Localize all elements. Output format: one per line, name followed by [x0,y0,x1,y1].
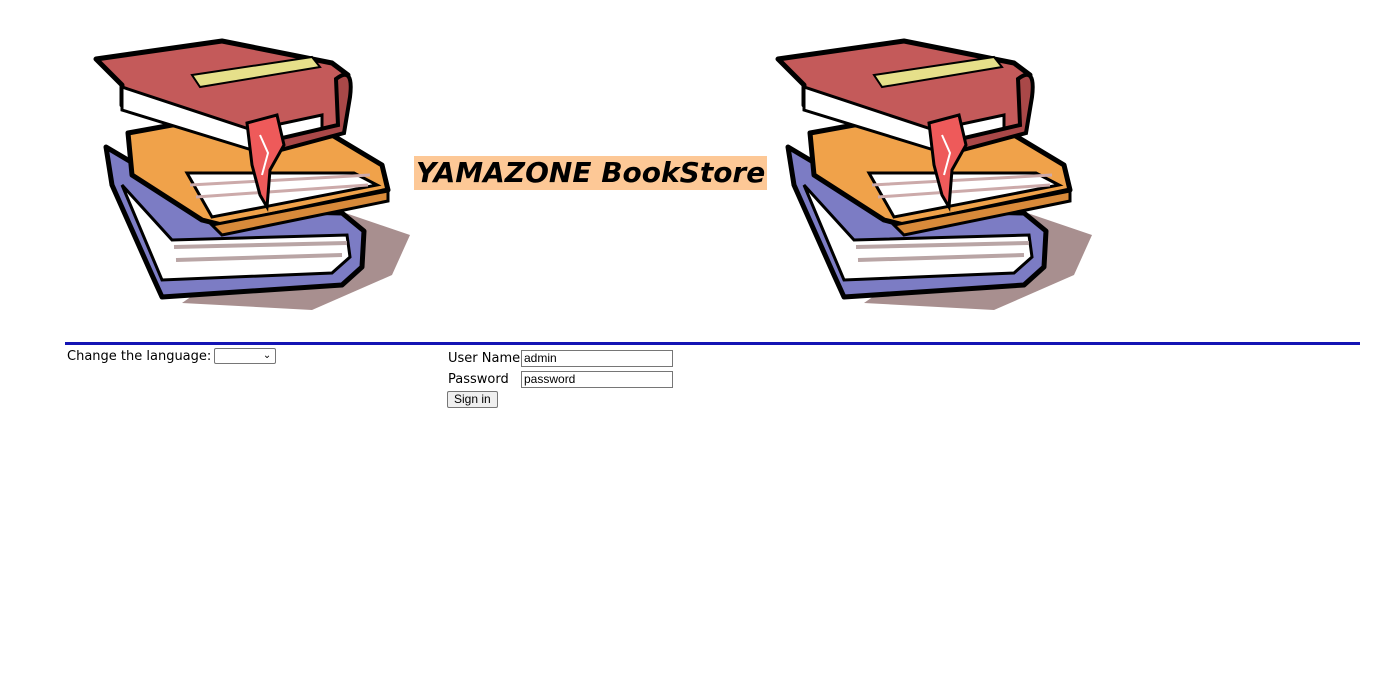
books-stack-icon [92,35,412,310]
password-row: Password password [447,369,673,390]
books-stack-icon [774,35,1094,310]
store-title: YAMAZONE BookStore [414,156,768,190]
login-form: User Name admin Password password Sign i… [447,348,673,408]
language-label: Change the language: [67,348,212,364]
header-divider [65,342,1360,345]
language-select[interactable]: ⌄ [214,348,277,364]
password-label: Password [448,372,509,387]
password-input[interactable]: password [521,371,673,388]
username-row: User Name admin [447,348,673,369]
language-row: Change the language: ⌄ [67,348,277,364]
username-input[interactable]: admin [521,350,673,367]
page: YAMAZONE BookStore Change the language: … [0,0,1382,694]
username-label: User Name [448,351,521,366]
sign-in-button[interactable]: Sign in [447,391,498,408]
chevron-down-icon: ⌄ [262,350,272,361]
